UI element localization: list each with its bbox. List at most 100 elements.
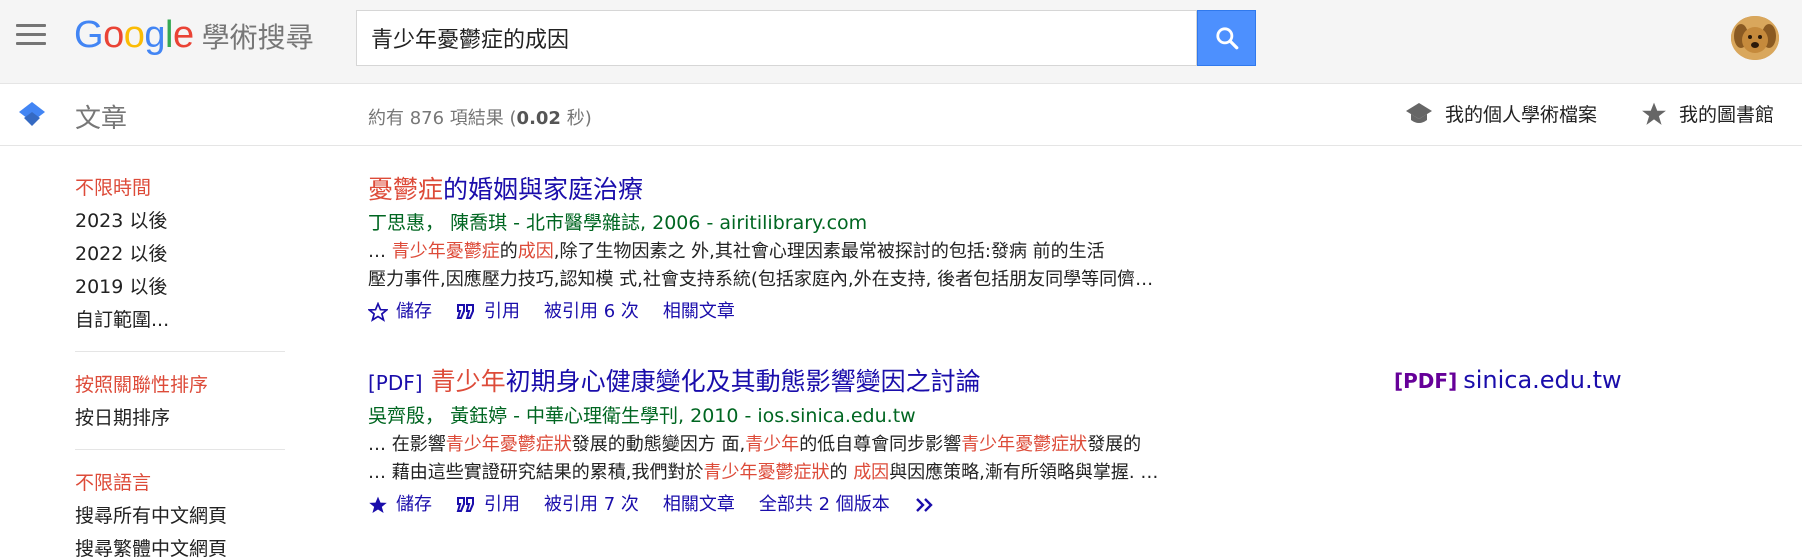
quote-icon xyxy=(456,497,474,512)
side-pdf-domain: sinica.edu.tw xyxy=(1463,366,1622,394)
sort-by-date[interactable]: 按日期排序 xyxy=(75,402,285,435)
hamburger-menu-icon[interactable] xyxy=(16,24,46,48)
snippet-text: … 藉由這些實證研究結果的累積,我們對於 xyxy=(368,462,704,483)
related-articles-link[interactable]: 相關文章 xyxy=(663,296,735,328)
result-source: - 中華心理衛生學刊, 2010 - ios.sinica.edu.tw xyxy=(507,405,916,427)
star-filled-icon xyxy=(369,496,387,513)
cite-button[interactable]: 引用 xyxy=(456,296,520,328)
title-highlight: 憂鬱症 xyxy=(368,175,444,204)
snippet-highlight: 成因 xyxy=(517,241,554,262)
filter-since-2023[interactable]: 2023 以後 xyxy=(75,205,285,238)
filter-any-language[interactable]: 不限語言 xyxy=(75,467,285,500)
product-name: 學術搜尋 xyxy=(201,21,314,54)
side-pdf-link[interactable]: [PDF] sinica.edu.tw xyxy=(1394,366,1622,394)
snippet-highlight: 青少年憂鬱症狀 xyxy=(703,462,830,483)
snippet-text: 發展的動態變因方 面, xyxy=(571,434,746,455)
filter-since-2019[interactable]: 2019 以後 xyxy=(75,271,285,304)
result-meta: 丁思惠， 陳喬琪 - 北市醫學雜誌, 2006 - airitilibrary.… xyxy=(368,208,1238,238)
search-result: 憂鬱症的婚姻與家庭治療 丁思惠， 陳喬琪 - 北市醫學雜誌, 2006 - ai… xyxy=(368,172,1238,328)
filter-traditional-chinese[interactable]: 搜尋繁體中文網頁 xyxy=(75,533,285,559)
logo-letter: e xyxy=(172,14,194,56)
result-stats: 約有 876 項結果 (0.02 秒) xyxy=(368,104,592,130)
result-snippet: … 青少年憂鬱症的成因,除了生物因素之 外,其社會心理因素最常被探討的包括:發病… xyxy=(368,238,1238,266)
snippet-highlight: 青少年 xyxy=(745,434,800,455)
search-button[interactable] xyxy=(1197,10,1256,66)
author-link[interactable]: 丁思惠 xyxy=(368,212,425,234)
pdf-tag: [PDF] xyxy=(368,371,423,395)
title-text: 初期身心健康變化及其動態影響變因之討論 xyxy=(505,367,981,396)
all-versions-link[interactable]: 全部共 2 個版本 xyxy=(759,489,890,521)
section-title: 文章 xyxy=(75,104,128,134)
author-link[interactable]: 陳喬琪 xyxy=(450,212,507,234)
my-profile-link[interactable]: 我的個人學術檔案 xyxy=(1405,100,1597,127)
google-scholar-logo[interactable]: Google 學術搜尋 xyxy=(74,14,314,58)
cite-label: 引用 xyxy=(484,494,520,515)
result-actions: 儲存 引用 被引用 6 次 相關文章 xyxy=(368,296,1238,328)
search-icon xyxy=(1215,27,1238,50)
graduation-cap-icon xyxy=(1406,102,1432,123)
star-icon xyxy=(1642,102,1666,125)
filter-since-2022[interactable]: 2022 以後 xyxy=(75,238,285,271)
double-chevron-icon xyxy=(915,498,933,512)
filter-all-chinese[interactable]: 搜尋所有中文網頁 xyxy=(75,500,285,533)
title-text: 的婚姻與家庭治療 xyxy=(443,175,644,204)
save-button[interactable]: 儲存 xyxy=(368,489,432,521)
stats-suffix: 秒) xyxy=(560,108,592,129)
save-button[interactable]: 儲存 xyxy=(368,296,432,328)
result-snippet: … 在影響青少年憂鬱症狀發展的動態變因方 面,青少年的低自尊會同步影響青少年憂鬱… xyxy=(368,431,1238,459)
quote-icon xyxy=(456,304,474,319)
my-library-link[interactable]: 我的圖書館 xyxy=(1641,100,1774,127)
result-actions: 儲存 引用 被引用 7 次 相關文章 全部共 2 個版本 xyxy=(368,489,1238,521)
author-link[interactable]: 吳齊殷 xyxy=(368,405,425,427)
more-actions-button[interactable] xyxy=(914,496,944,514)
star-outline-icon xyxy=(368,302,388,322)
result-meta: 吳齊殷， 黃鈺婷 - 中華心理衛生學刊, 2010 - ios.sinica.e… xyxy=(368,401,1238,431)
logo-letter: o xyxy=(123,14,145,56)
snippet-highlight: 青少年憂鬱症狀 xyxy=(445,434,572,455)
result-source: - 北市醫學雜誌, 2006 - airitilibrary.com xyxy=(507,212,868,234)
snippet-highlight: 青少年憂鬱症 xyxy=(391,241,500,262)
snippet-text: 的 xyxy=(829,462,854,483)
cited-by-link[interactable]: 被引用 6 次 xyxy=(544,296,639,328)
result-title-link[interactable]: 憂鬱症的婚姻與家庭治療 xyxy=(368,172,1238,208)
snippet-text: 發展的 xyxy=(1087,434,1142,455)
stats-prefix: 約有 876 項結果 ( xyxy=(368,108,517,129)
sidebar-divider xyxy=(75,351,285,352)
snippet-text: 與因應策略,漸有所領略與掌握. … xyxy=(889,462,1159,483)
search-input[interactable] xyxy=(357,11,1196,65)
result-title-link[interactable]: [PDF] 青少年初期身心健康變化及其動態影響變因之討論 xyxy=(368,364,1238,401)
save-label: 儲存 xyxy=(396,301,432,322)
logo-letter: l xyxy=(164,14,173,56)
result-snippet: 壓力事件,因應壓力技巧,認知模 式,社會支持系統(包括家庭內,外在支持, 後者包… xyxy=(368,269,1154,290)
snippet-text: 的 xyxy=(499,241,518,262)
avatar[interactable] xyxy=(1731,16,1779,60)
sidebar-filters: 不限時間 2023 以後 2022 以後 2019 以後 自訂範圍... 按照關… xyxy=(75,172,285,559)
cite-label: 引用 xyxy=(484,301,520,322)
scholar-cap-icon xyxy=(19,102,45,126)
save-label: 儲存 xyxy=(396,494,432,515)
dog-avatar-icon xyxy=(1731,16,1779,60)
logo-letter: G xyxy=(74,14,104,56)
sort-by-relevance[interactable]: 按照關聯性排序 xyxy=(75,369,285,402)
cited-by-link[interactable]: 被引用 7 次 xyxy=(544,489,639,521)
author-separator: ， xyxy=(425,212,445,234)
sub-bar: 文章 約有 876 項結果 (0.02 秒) 我的個人學術檔案 我的圖書館 xyxy=(0,84,1802,146)
author-separator: ， xyxy=(425,405,445,427)
related-articles-link[interactable]: 相關文章 xyxy=(663,489,735,521)
filter-custom-range[interactable]: 自訂範圍... xyxy=(75,304,285,337)
author-link[interactable]: 黃鈺婷 xyxy=(450,405,507,427)
filter-any-time[interactable]: 不限時間 xyxy=(75,172,285,205)
snippet-text: 的低自尊會同步影響 xyxy=(799,434,962,455)
sidebar-divider xyxy=(75,449,285,450)
side-pdf-tag: [PDF] xyxy=(1394,369,1458,393)
snippet-highlight: 青少年憂鬱症狀 xyxy=(961,434,1088,455)
my-profile-label: 我的個人學術檔案 xyxy=(1445,104,1598,126)
snippet-text: … xyxy=(368,241,392,262)
snippet-text: ,除了生物因素之 外,其社會心理因素最常被探討的包括:發病 前的生活 xyxy=(553,241,1105,262)
search-box xyxy=(356,10,1197,66)
cite-button[interactable]: 引用 xyxy=(456,489,520,521)
top-bar: Google 學術搜尋 xyxy=(0,0,1802,84)
my-library-label: 我的圖書館 xyxy=(1679,104,1775,126)
logo-letter: g xyxy=(144,14,165,56)
result-snippet: … 藉由這些實證研究結果的累積,我們對於青少年憂鬱症狀的 成因與因應策略,漸有所… xyxy=(368,459,1238,487)
